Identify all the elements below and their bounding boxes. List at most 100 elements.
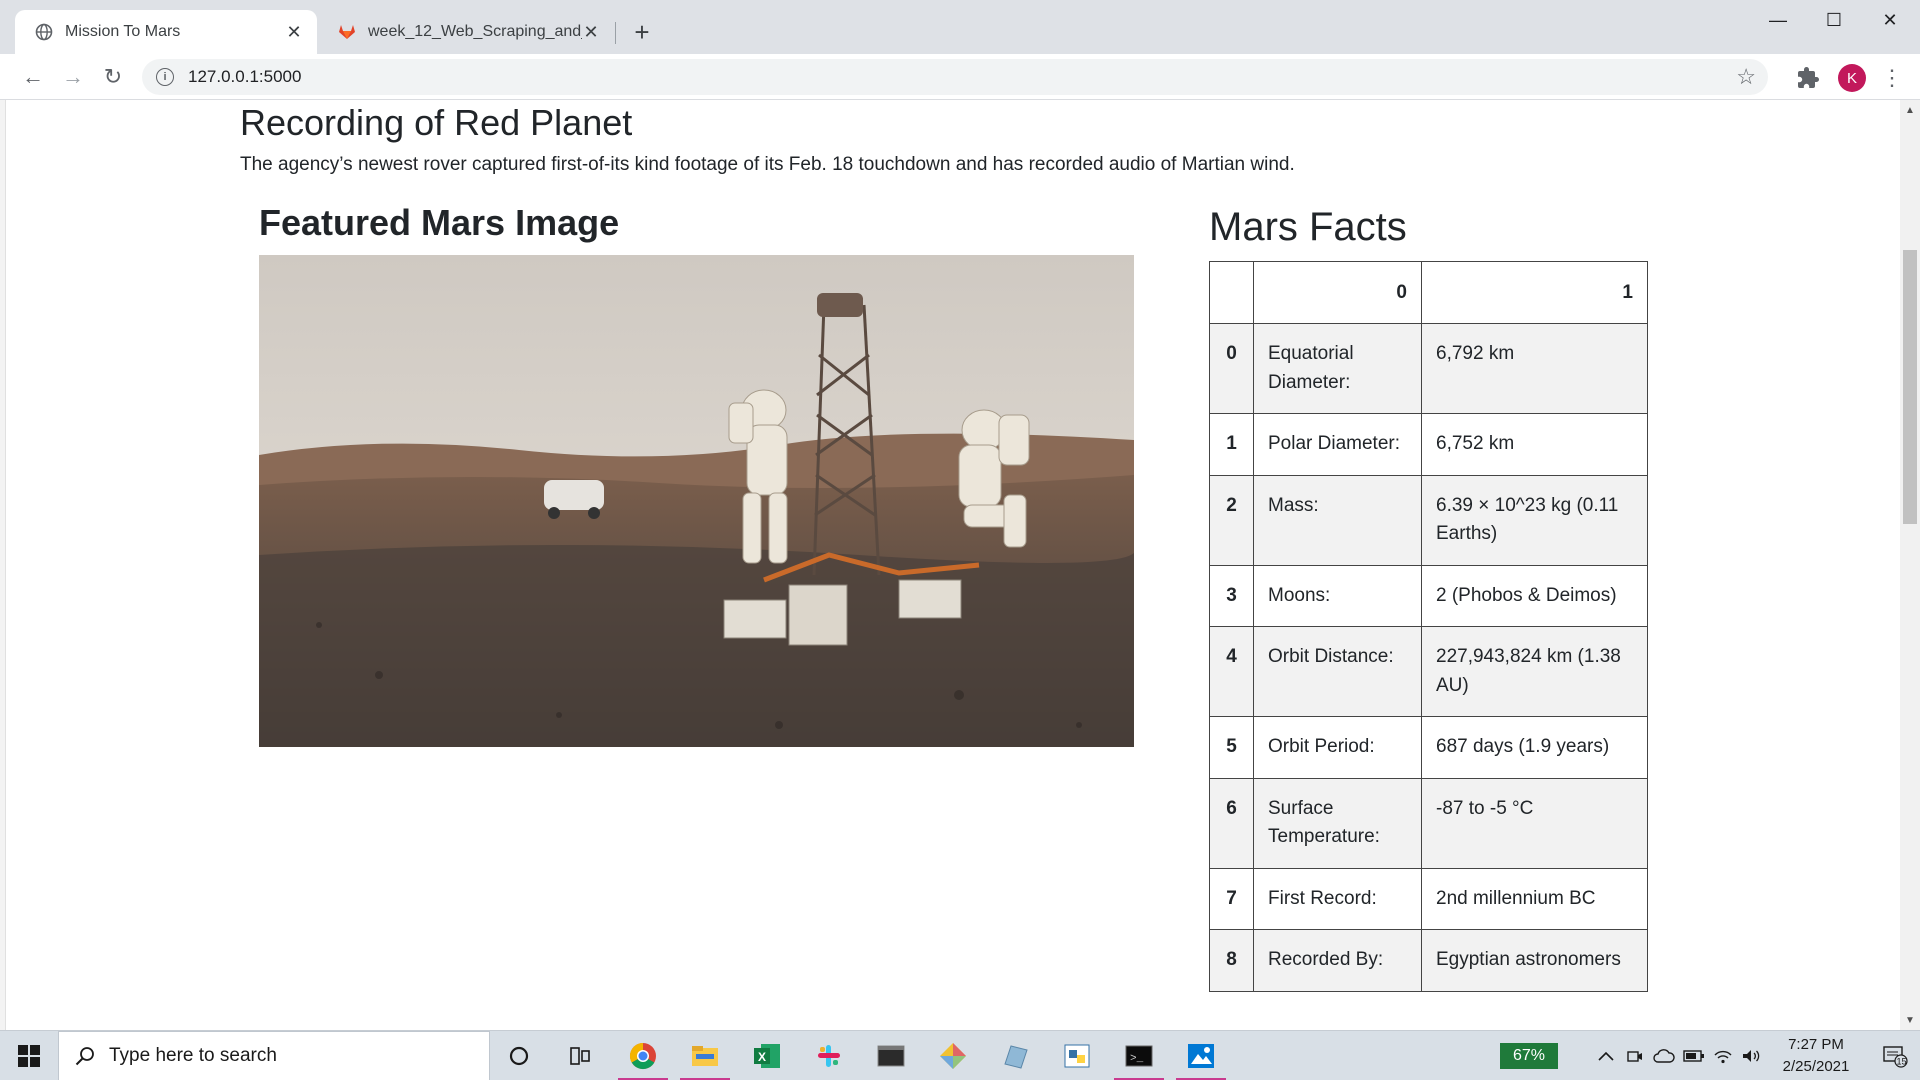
row-index: 6	[1209, 777, 1254, 869]
row-index: 7	[1209, 867, 1254, 930]
vertical-scrollbar[interactable]: ▲ ▼	[1900, 100, 1920, 1030]
maximize-button[interactable]: ☐	[1806, 0, 1862, 40]
show-hidden-icons-chevron-up-icon[interactable]	[1592, 1031, 1620, 1080]
minimize-button[interactable]: —	[1750, 0, 1806, 40]
fact-value: 2 (Phobos & Deimos)	[1421, 564, 1648, 627]
fact-value: 687 days (1.9 years)	[1421, 716, 1648, 779]
featured-image-heading: Featured Mars Image	[259, 202, 620, 243]
row-index: 4	[1209, 626, 1254, 717]
photos-icon[interactable]	[1172, 1031, 1230, 1080]
fact-value: 6,752 km	[1421, 413, 1648, 476]
gitlab-icon	[338, 23, 356, 41]
search-placeholder[interactable]: Type here to search	[109, 1045, 277, 1067]
browser-toolbar: ← → ↻ i 127.0.0.1:5000 ☆ K ⋮	[0, 54, 1920, 100]
clock-time: 7:27 PM	[1788, 1036, 1844, 1053]
action-center-notification-icon[interactable]: 15	[1870, 1031, 1920, 1080]
scroll-down-arrow-icon[interactable]: ▼	[1904, 1014, 1916, 1026]
tableau-icon[interactable]	[986, 1031, 1044, 1080]
fact-label: Moons:	[1253, 564, 1422, 627]
tab-mission-to-mars[interactable]: Mission To Mars ✕	[15, 10, 317, 54]
file-explorer-icon[interactable]	[676, 1031, 734, 1080]
table-row: 4 Orbit Distance: 227,943,824 km (1.38 AU)	[1209, 626, 1648, 717]
git-icon[interactable]	[924, 1031, 982, 1080]
fact-label: Equatorial Diameter:	[1253, 323, 1422, 414]
close-window-button[interactable]: ✕	[1862, 0, 1918, 40]
svg-text:X: X	[758, 1050, 766, 1064]
column-header: 1	[1421, 261, 1648, 324]
clock-date: 2/25/2021	[1782, 1058, 1850, 1075]
fact-value: -87 to -5 °C	[1421, 777, 1648, 869]
row-index: 2	[1209, 474, 1254, 566]
row-index: 8	[1209, 929, 1254, 992]
fact-value: Egyptian astronomers	[1421, 929, 1648, 992]
fact-label: First Record:	[1253, 867, 1422, 930]
globe-icon	[35, 23, 53, 41]
slack-icon[interactable]	[800, 1031, 858, 1080]
chrome-icon[interactable]	[614, 1031, 672, 1080]
battery-icon[interactable]	[1680, 1031, 1708, 1080]
svg-text:>_: >_	[1130, 1053, 1144, 1065]
news-title: Recording of Red Planet	[240, 102, 633, 143]
tab-title: Mission To Mars	[65, 23, 181, 40]
excel-icon[interactable]: X	[738, 1031, 796, 1080]
onedrive-cloud-icon[interactable]	[1650, 1031, 1678, 1080]
bookmark-star-icon[interactable]: ☆	[1736, 64, 1756, 90]
volume-icon[interactable]	[1738, 1031, 1764, 1080]
taskbar-search-box[interactable]: Type here to search	[58, 1031, 490, 1080]
address-bar[interactable]: i 127.0.0.1:5000 ☆	[142, 59, 1768, 95]
table-row: 8 Recorded By: Egyptian astronomers	[1209, 929, 1648, 992]
chrome-menu-icon[interactable]: ⋮	[1880, 64, 1904, 92]
fact-label: Mass:	[1253, 474, 1422, 566]
window-edge	[0, 100, 6, 1030]
terminal-icon[interactable]	[862, 1031, 920, 1080]
new-tab-button[interactable]: +	[627, 17, 657, 47]
table-row: 7 First Record: 2nd millennium BC	[1209, 867, 1648, 930]
fact-value: 6,792 km	[1421, 323, 1648, 414]
cmd-icon[interactable]: >_	[1110, 1031, 1168, 1080]
battery-percentage[interactable]: 67%	[1500, 1043, 1558, 1069]
table-row: 6 Surface Temperature: -87 to -5 °C	[1209, 777, 1648, 869]
tab-separator	[615, 22, 616, 44]
table-row: 3 Moons: 2 (Phobos & Deimos)	[1209, 564, 1648, 627]
row-index: 1	[1209, 413, 1254, 476]
wifi-icon[interactable]	[1710, 1031, 1736, 1080]
close-tab-icon[interactable]: ✕	[285, 22, 303, 42]
fact-value: 6.39 × 10^23 kg (0.11 Earths)	[1421, 474, 1648, 566]
python-icon[interactable]	[1048, 1031, 1106, 1080]
fact-label: Recorded By:	[1253, 929, 1422, 992]
notification-count: 15	[1897, 1057, 1907, 1067]
column-header: 0	[1253, 261, 1422, 324]
mars-facts-table: 0 1 0 Equatorial Diameter: 6,792 km 1 Polar…	[1209, 261, 1648, 992]
cortana-icon[interactable]	[490, 1031, 548, 1080]
task-view-icon[interactable]	[551, 1031, 609, 1080]
tab-strip: Mission To Mars ✕ week_12_Web_Scraping_a…	[0, 0, 1920, 54]
scroll-up-arrow-icon[interactable]: ▲	[1904, 104, 1916, 116]
fact-label: Orbit Period:	[1253, 716, 1422, 779]
forward-button[interactable]: →	[56, 60, 90, 94]
fact-value: 227,943,824 km (1.38 AU)	[1421, 626, 1648, 717]
profile-avatar[interactable]: K	[1838, 64, 1866, 92]
close-tab-icon[interactable]: ✕	[582, 22, 600, 42]
news-paragraph: The agency’s newest rover captured first…	[240, 154, 1295, 175]
row-index: 3	[1209, 564, 1254, 627]
column-header	[1209, 261, 1254, 324]
windows-taskbar: Type here to search X >_ 67% 7:27 PM 2/2…	[0, 1030, 1920, 1080]
search-icon	[75, 1047, 94, 1066]
featured-mars-image	[259, 255, 1134, 747]
table-header-row: 0 1	[1209, 261, 1648, 324]
system-clock[interactable]: 7:27 PM 2/25/2021	[1768, 1034, 1864, 1078]
fact-label: Surface Temperature:	[1253, 777, 1422, 869]
table-row: 5 Orbit Period: 687 days (1.9 years)	[1209, 716, 1648, 779]
page-viewport: Recording of Red Planet The agency’s new…	[0, 100, 1920, 1030]
windows-start-icon[interactable]	[0, 1031, 58, 1080]
meet-now-icon[interactable]	[1622, 1031, 1648, 1080]
reload-button[interactable]: ↻	[96, 60, 130, 94]
scrollbar-thumb[interactable]	[1903, 250, 1917, 524]
extensions-puzzle-icon[interactable]	[1796, 66, 1820, 90]
site-info-icon[interactable]: i	[156, 68, 174, 86]
row-index: 0	[1209, 323, 1254, 414]
mars-facts-heading: Mars Facts	[1209, 205, 1407, 249]
back-button[interactable]: ←	[16, 60, 50, 94]
tab-week-12[interactable]: week_12_Web_Scraping_and_Doc ✕	[318, 10, 614, 54]
url-text[interactable]: 127.0.0.1:5000	[188, 67, 1736, 87]
